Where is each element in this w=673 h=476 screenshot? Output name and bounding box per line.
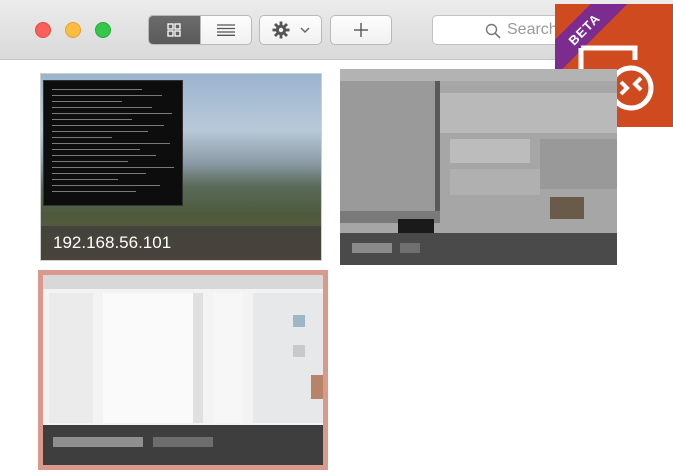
settings-menu-button[interactable] — [259, 15, 322, 45]
connection-thumbnail[interactable]: 192.168.56.101 — [40, 73, 322, 261]
search-icon — [485, 23, 501, 39]
view-mode-switch — [148, 15, 252, 45]
connection-label: 192.168.56.101 — [41, 226, 321, 260]
plus-icon — [354, 23, 368, 37]
zoom-window-button[interactable] — [95, 22, 111, 38]
minimize-window-button[interactable] — [65, 22, 81, 38]
desktop-preview — [340, 69, 617, 265]
add-connection-button[interactable] — [330, 15, 392, 45]
grid-view-icon — [167, 23, 182, 37]
connection-address: 192.168.56.101 — [53, 233, 172, 252]
grid-view-button[interactable] — [149, 16, 200, 44]
gear-icon — [272, 21, 289, 39]
list-view-icon — [216, 24, 235, 36]
connection-thumbnail[interactable] — [340, 69, 617, 265]
connection-thumbnail-selected[interactable] — [38, 270, 328, 470]
desktop-preview — [43, 275, 323, 465]
chevron-down-icon — [299, 27, 310, 34]
close-window-button[interactable] — [35, 22, 51, 38]
terminal-window-preview — [43, 80, 183, 206]
list-view-button[interactable] — [199, 16, 251, 44]
